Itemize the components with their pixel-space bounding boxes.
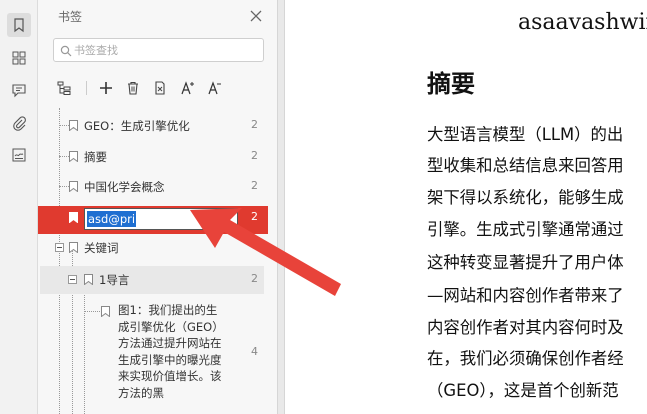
bookmark-page: 2 <box>251 272 258 285</box>
add-icon[interactable] <box>95 77 117 99</box>
body-line: 架下得以系统化，能够生成 <box>427 188 624 207</box>
caption-line: 图1：我们提出的生 <box>118 303 218 317</box>
comment-icon[interactable] <box>7 78 31 102</box>
bookmark-label[interactable]: 1导言 <box>99 272 129 288</box>
font-decrease-icon[interactable] <box>204 77 226 99</box>
page-header-text: asaavashwin <box>518 10 647 35</box>
delete-icon[interactable] <box>122 77 144 99</box>
close-icon[interactable] <box>249 9 263 23</box>
body-line: 在，我们必须确保创作者经 <box>427 349 624 368</box>
bookmark-toolbar <box>53 77 264 99</box>
collapse-all-icon[interactable] <box>53 77 75 99</box>
caption-line: 方法通过提升网站在 <box>118 336 222 351</box>
bookmark-item-icon <box>84 274 93 285</box>
tree-guide <box>84 281 85 414</box>
expand-toggle[interactable] <box>55 243 64 252</box>
body-line: 型收集和总结信息来回答用 <box>427 156 624 175</box>
tree-connector <box>59 156 69 157</box>
tree-connector <box>59 186 69 187</box>
bookmark-item-icon <box>69 181 78 192</box>
bookmark-page: 2 <box>251 118 258 131</box>
caption-line: 来实现价值增长。该 <box>118 369 222 384</box>
bookmarks-panel: 书签 GEO：生成引擎优化 2 <box>38 0 277 414</box>
caption-line: 生成引擎中的曝光度 <box>118 352 222 367</box>
bookmark-icon[interactable] <box>7 13 31 37</box>
bookmark-label[interactable]: GEO：生成引擎优化 <box>84 118 190 134</box>
body-line: 大型语言模型（LLM）的出 <box>427 125 624 144</box>
bookmark-rename-text[interactable]: asd@pri <box>87 211 137 227</box>
toolbar-separator <box>86 81 87 95</box>
body-line: —网站和内容创作者带来了 <box>427 286 624 305</box>
body-line: （GEO），这是首个创新范 <box>427 381 619 400</box>
bookmark-search[interactable] <box>53 38 264 62</box>
bookmark-item-icon <box>69 151 78 162</box>
bookmark-label[interactable]: 中国化学会概念 <box>84 179 165 195</box>
tree-guide <box>59 108 60 414</box>
bookmark-item-icon <box>101 306 110 317</box>
caption-line: 成引擎优化（GEO） <box>118 319 224 334</box>
panel-splitter[interactable] <box>277 0 285 414</box>
tree-connector <box>84 311 100 312</box>
side-rail <box>0 0 38 414</box>
attachment-icon[interactable] <box>7 111 31 135</box>
bookmark-tree: GEO：生成引擎优化 2 摘要 2 中国化学会概念 2 asd@pri 2 关键… <box>38 108 268 414</box>
bookmark-rename-field[interactable]: asd@pri <box>84 208 238 230</box>
search-icon <box>60 45 72 57</box>
bookmark-page: 2 <box>251 210 258 223</box>
body-line: 这种转变显著提升了用户体 <box>427 253 624 272</box>
panel-title: 书签 <box>58 10 83 24</box>
body-line: 引擎。生成式引擎通常通过 <box>427 220 624 239</box>
bookmark-label-multiline[interactable]: 图1：我们提出的生 成引擎优化（GEO） 方法通过提升网站在 生成引擎中的曝光度… <box>118 302 234 402</box>
signature-icon[interactable] <box>7 143 31 167</box>
bookmark-label[interactable]: 关键词 <box>84 240 119 256</box>
expand-toggle[interactable] <box>68 275 77 284</box>
body-line: 内容创作者对其内容何时及 <box>427 318 624 337</box>
caption-line: 方法的黑 <box>118 385 164 400</box>
delete-other-icon[interactable] <box>149 77 171 99</box>
bookmark-item-icon <box>69 120 78 131</box>
bookmark-page: 4 <box>251 345 258 358</box>
bookmark-item-icon <box>69 242 78 253</box>
bookmark-item-icon <box>69 212 78 223</box>
section-heading: 摘要 <box>427 70 475 98</box>
bookmark-page: 2 <box>251 149 258 162</box>
bookmark-label[interactable]: 摘要 <box>84 149 107 165</box>
font-increase-icon[interactable] <box>177 77 199 99</box>
thumbnails-icon[interactable] <box>7 46 31 70</box>
bookmark-page: 2 <box>251 179 258 192</box>
tree-connector <box>59 125 69 126</box>
search-input[interactable] <box>74 42 259 58</box>
document-page: asaavashwin 摘要 大型语言模型（LLM）的出 型收集和总结信息来回答… <box>285 0 647 414</box>
